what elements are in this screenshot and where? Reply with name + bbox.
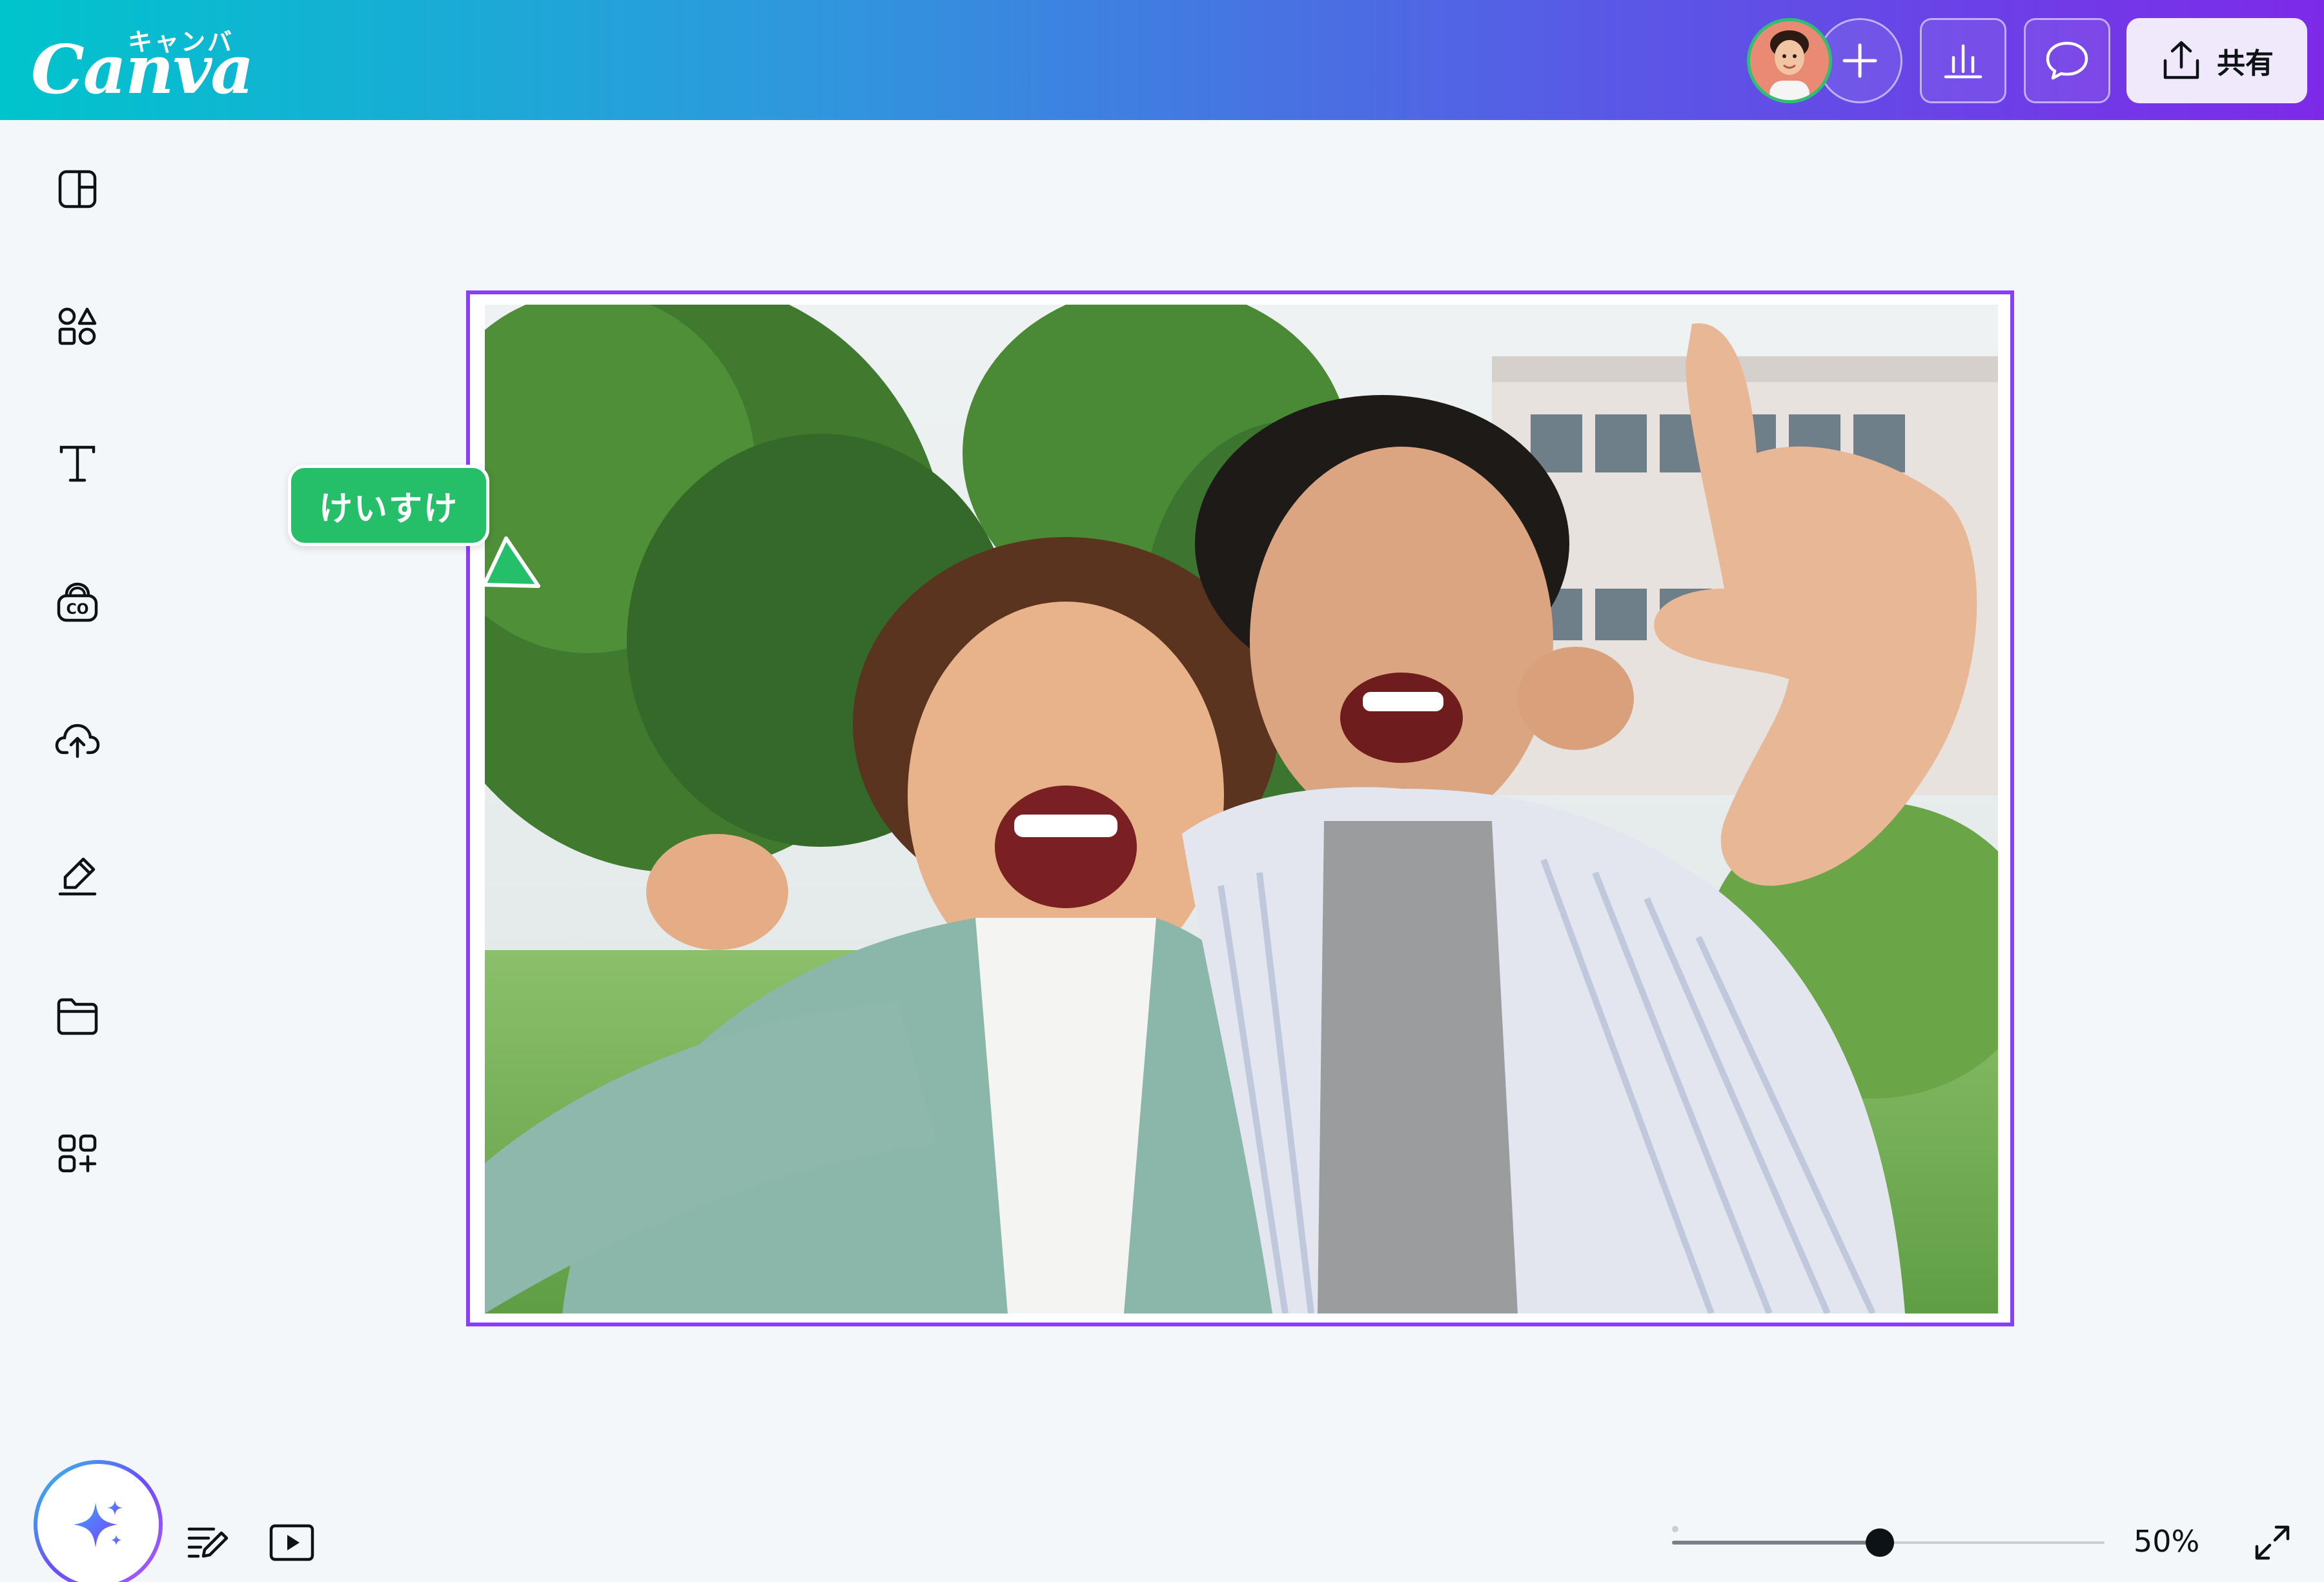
magic-assistant-button[interactable] <box>34 1460 163 1582</box>
magic-sparkle-icon <box>74 1500 123 1548</box>
share-label: 共有 <box>2217 47 2274 80</box>
apps-icon <box>58 1134 97 1173</box>
zoom-slider-start-dot <box>1672 1526 1678 1532</box>
elements-icon <box>58 307 97 345</box>
zoom-slider-thumb[interactable] <box>1865 1528 1894 1557</box>
canva-logo[interactable]: キャンバ Canva <box>31 19 254 103</box>
selfie-photo-image <box>485 305 1998 1313</box>
canvas-photo[interactable] <box>485 305 1998 1313</box>
magic-button-inner <box>37 1464 159 1582</box>
svg-text:CO: CO <box>66 602 89 618</box>
rail-projects-button[interactable] <box>52 990 103 1042</box>
insights-button[interactable] <box>1920 18 2006 103</box>
zoom-slider-fill <box>1672 1541 1880 1545</box>
plus-icon <box>1842 43 1877 78</box>
share-button[interactable]: 共有 <box>2126 18 2307 103</box>
notes-button[interactable] <box>182 1517 234 1568</box>
fullscreen-icon <box>2255 1525 2290 1560</box>
share-icon <box>2163 41 2199 79</box>
collaborator-name: けいすけ <box>318 489 458 529</box>
design-panel-icon <box>58 170 97 208</box>
draw-icon <box>58 857 97 896</box>
avatar[interactable] <box>1747 18 1832 103</box>
brand-icon: CO <box>57 582 98 622</box>
zoom-slider[interactable] <box>1672 1525 2105 1561</box>
text-icon <box>59 445 96 482</box>
rail-elements-button[interactable] <box>52 301 103 352</box>
collaborator-cursor-icon <box>482 536 540 588</box>
collaborator-name-tag: けいすけ <box>288 465 489 546</box>
projects-icon <box>57 998 98 1035</box>
top-header: キャンバ Canva 共有 <box>0 0 2324 120</box>
rail-apps-button[interactable] <box>52 1128 103 1179</box>
comment-icon <box>2046 41 2088 80</box>
rail-uploads-button[interactable] <box>52 713 103 765</box>
avatar-portrait-icon <box>1750 21 1829 100</box>
rail-design-button[interactable] <box>52 163 103 215</box>
rail-draw-button[interactable] <box>52 851 103 902</box>
fullscreen-button[interactable] <box>2247 1517 2298 1568</box>
present-button[interactable] <box>266 1517 318 1568</box>
notes-icon <box>187 1527 229 1558</box>
comments-button[interactable] <box>2024 18 2110 103</box>
rail-text-button[interactable] <box>52 438 103 490</box>
rail-brand-button[interactable]: CO <box>52 577 103 629</box>
insights-icon <box>1944 44 1983 79</box>
present-icon <box>269 1524 314 1561</box>
logo-wordmark: Canva <box>31 30 254 109</box>
zoom-percentage[interactable]: 50% <box>2134 1522 2211 1561</box>
uploads-icon <box>55 724 100 758</box>
